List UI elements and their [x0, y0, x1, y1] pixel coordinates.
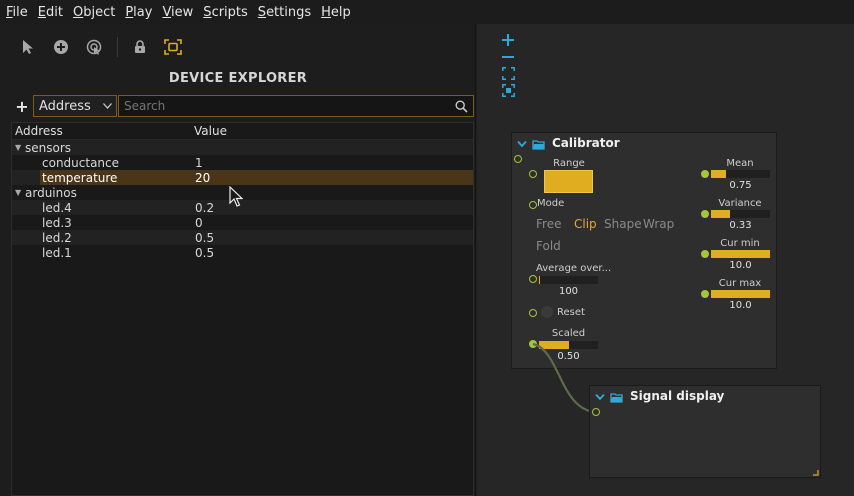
signal-display-title: Signal display — [630, 389, 725, 403]
chevron-down-icon[interactable] — [595, 393, 605, 401]
resize-handle-icon[interactable] — [813, 470, 819, 476]
folder-icon[interactable] — [610, 392, 623, 403]
signal-display-inlet[interactable] — [592, 408, 600, 416]
